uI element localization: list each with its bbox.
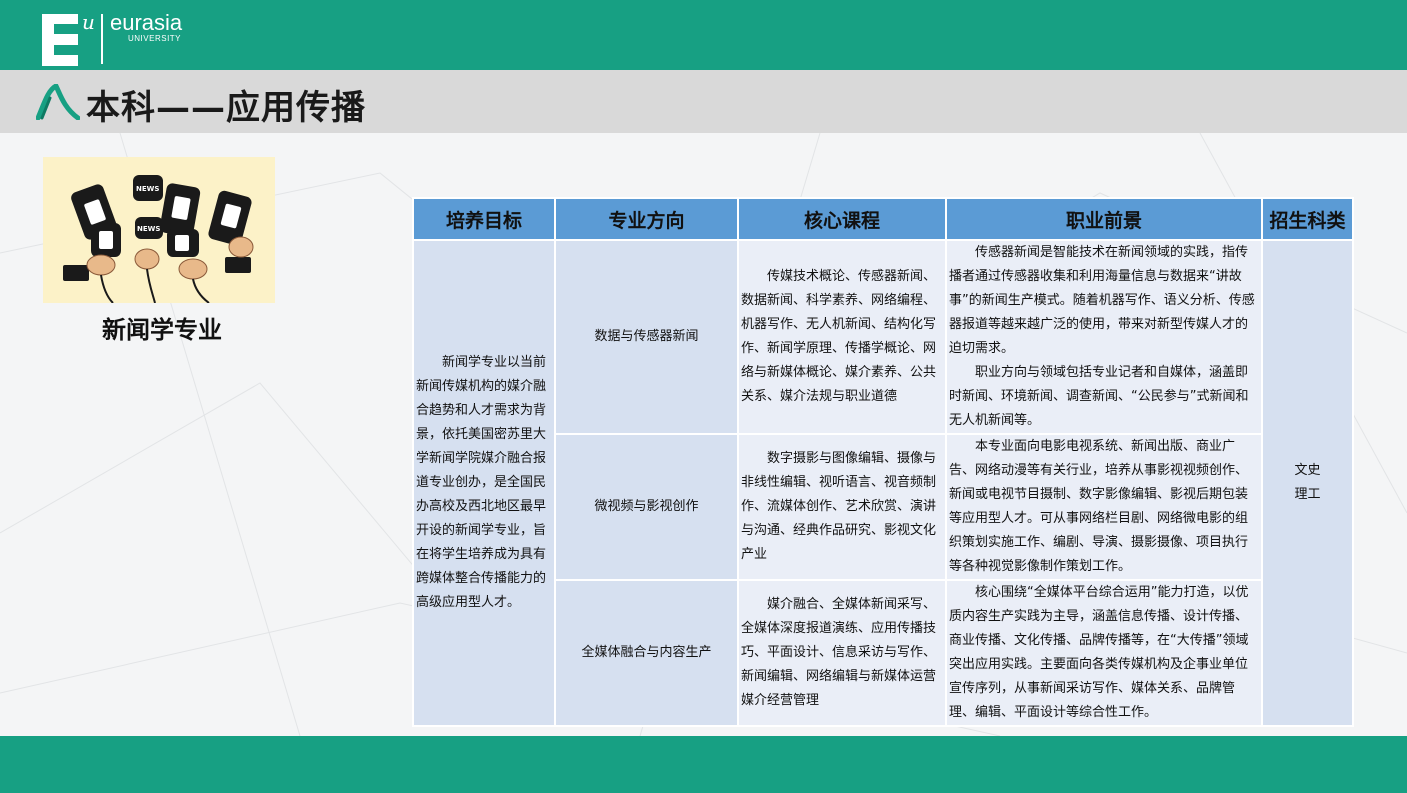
top-bar: u eurasia UNIVERSITY xyxy=(0,0,1407,70)
svg-text:NEWS: NEWS xyxy=(136,185,159,193)
subject-line: 理工 xyxy=(1294,487,1321,502)
career-cell: 传感器新闻是智能技术在新闻领域的实践，指传播者通过传感器收集和利用海量信息与数据… xyxy=(945,239,1263,435)
direction-cell: 全媒体融合与内容生产 xyxy=(554,579,739,727)
header-goal: 培养目标 xyxy=(412,197,556,241)
header-direction: 专业方向 xyxy=(554,197,739,241)
logo-subtitle: UNIVERSITY xyxy=(128,34,182,43)
svg-text:NEWS: NEWS xyxy=(137,225,160,233)
bottom-bar xyxy=(0,736,1407,793)
program-table: 培养目标 专业方向 核心课程 职业前景 招生科类 新闻学专业以当前新闻传媒机构的… xyxy=(412,197,1354,727)
career-paragraph: 本专业面向电影电视系统、新闻出版、商业广告、网络动漫等有关行业，培养从事影视视频… xyxy=(949,439,1249,574)
career-cell: 核心围绕“全媒体平台综合运用”能力打造，以优质内容生产实践为主导，涵盖信息传播、… xyxy=(945,579,1263,727)
table-header-row: 培养目标 专业方向 核心课程 职业前景 招生科类 xyxy=(412,197,1354,241)
page-title: 本科——应用传播 xyxy=(86,88,366,128)
subject-cell: 文史 理工 xyxy=(1261,239,1354,727)
logo-superscript: u xyxy=(82,10,95,34)
career-paragraph: 核心围绕“全媒体平台综合运用”能力打造，以优质内容生产实践为主导，涵盖信息传播、… xyxy=(949,585,1249,720)
subject-line: 文史 xyxy=(1294,463,1321,478)
logo-e-icon xyxy=(42,14,78,66)
career-cell: 本专业面向电影电视系统、新闻出版、商业广告、网络动漫等有关行业，培养从事影视视频… xyxy=(945,433,1263,581)
table-row: 新闻学专业以当前新闻传媒机构的媒介融合趋势和人才需求为背景，依托美国密苏里大学新… xyxy=(412,239,1354,727)
news-microphones-illustration: NEWS NEWS xyxy=(43,157,275,303)
title-mark-icon xyxy=(36,84,80,120)
logo-divider xyxy=(101,14,103,64)
courses-cell: 媒介融合、全媒体新闻采写、全媒体深度报道演练、应用传播技巧、平面设计、信息采访与… xyxy=(737,579,947,727)
career-paragraph: 传感器新闻是智能技术在新闻领域的实践，指传播者通过传感器收集和利用海量信息与数据… xyxy=(949,245,1255,356)
direction-cell: 数据与传感器新闻 xyxy=(554,239,739,435)
image-caption: 新闻学专业 xyxy=(102,316,222,344)
header-courses: 核心课程 xyxy=(737,197,947,241)
direction-cell: 微视频与影视创作 xyxy=(554,433,739,581)
goal-text: 新闻学专业以当前新闻传媒机构的媒介融合趋势和人才需求为背景，依托美国密苏里大学新… xyxy=(416,355,547,610)
header-subject: 招生科类 xyxy=(1261,197,1354,241)
logo-name: eurasia xyxy=(110,10,183,35)
header-career: 职业前景 xyxy=(945,197,1263,241)
courses-cell: 数字摄影与图像编辑、摄像与非线性编辑、视听语言、视音频制作、流媒体创作、艺术欣赏… xyxy=(737,433,947,581)
career-paragraph: 职业方向与领域包括专业记者和自媒体，涵盖即时新闻、环境新闻、调查新闻、“公民参与… xyxy=(949,365,1249,428)
courses-cell: 传媒技术概论、传感器新闻、数据新闻、科学素养、网络编程、机器写作、无人机新闻、结… xyxy=(737,239,947,435)
goal-cell: 新闻学专业以当前新闻传媒机构的媒介融合趋势和人才需求为背景，依托美国密苏里大学新… xyxy=(412,239,556,727)
